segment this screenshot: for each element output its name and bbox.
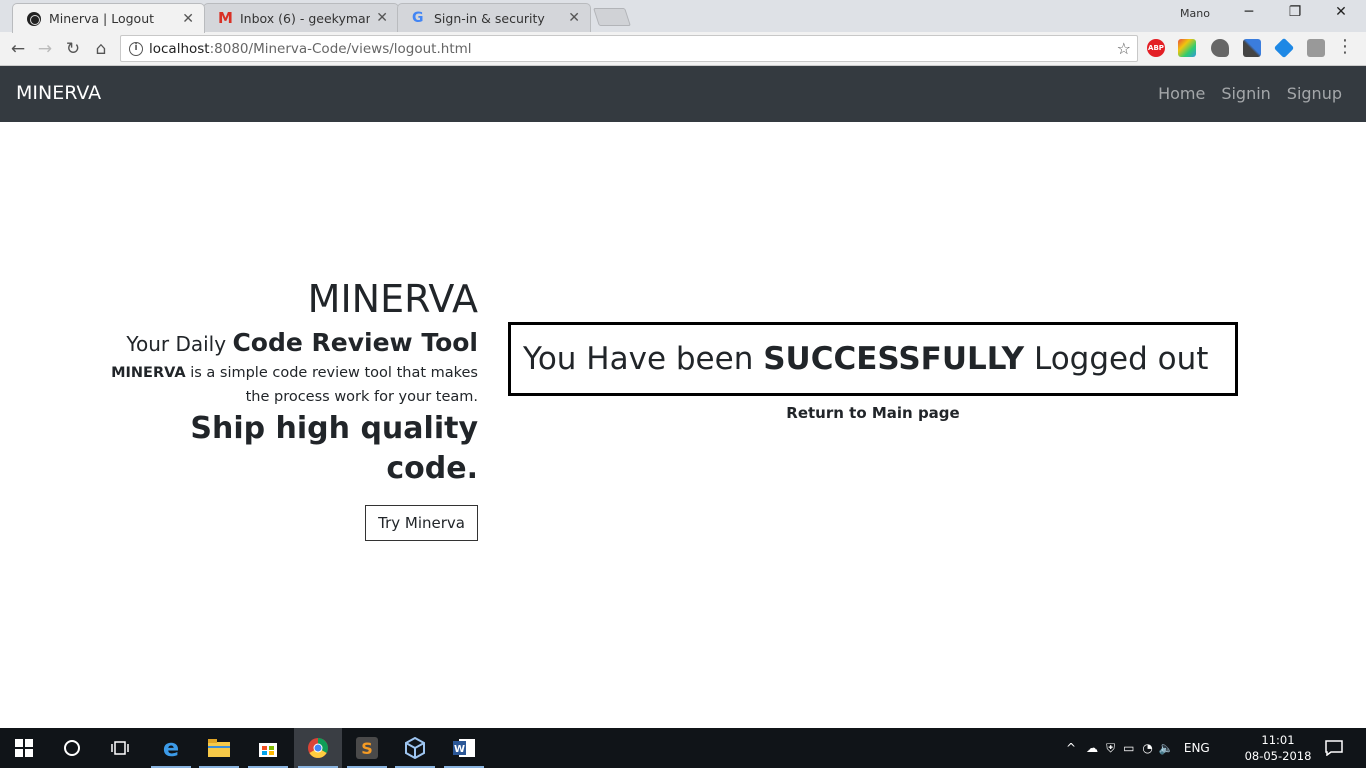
paint-extension-icon[interactable] xyxy=(1211,39,1229,57)
hero-description: MINERVA is a simple code review tool tha… xyxy=(100,361,478,409)
chevron-up-icon[interactable]: ^ xyxy=(1066,741,1076,755)
store-icon[interactable] xyxy=(244,728,292,768)
description-brand: MINERVA xyxy=(111,365,186,381)
windows-start-icon[interactable] xyxy=(0,728,48,768)
browser-tab-strip: Minerva | Logout ✕ M Inbox (6) - geekyma… xyxy=(0,0,1366,33)
svg-text:S: S xyxy=(361,739,373,758)
google-icon: G xyxy=(412,10,424,26)
battery-icon[interactable]: ▭ xyxy=(1123,741,1134,755)
tab-title: Inbox (6) - geekymano@ xyxy=(240,10,371,26)
tagline-prefix: Your Daily xyxy=(126,332,227,356)
logout-message: You Have been SUCCESSFULLY Logged out xyxy=(523,341,1208,377)
site-navbar: MINERVA Home Signin Signup xyxy=(0,66,1366,122)
hero-title: MINERVA xyxy=(307,277,478,321)
info-icon[interactable]: i xyxy=(129,41,143,56)
file-explorer-icon[interactable] xyxy=(195,728,243,768)
clock-time: 11:01 xyxy=(1261,733,1295,747)
description-text: is a simple code review tool that makes … xyxy=(190,365,478,405)
nav-link-signin[interactable]: Signin xyxy=(1221,84,1270,103)
onedrive-cloud-icon[interactable]: ☁ xyxy=(1086,741,1098,755)
logout-msg-suffix: Logged out xyxy=(1033,341,1209,377)
adblock-plus-icon[interactable]: ABP xyxy=(1147,39,1165,57)
return-to-main-link[interactable]: Return to Main page xyxy=(508,404,1238,422)
tab-minerva-logout[interactable]: Minerva | Logout ✕ xyxy=(12,3,205,33)
url-path: :8080/Minerva-Code/views/logout.html xyxy=(209,40,472,57)
windows-taskbar: e S W ^ ☁ ⛨ ▭ ◔ 🔈 ENG 11:01 08-05-2018 xyxy=(0,728,1366,768)
hero-section: MINERVA Your Daily Code Review Tool MINE… xyxy=(100,276,478,541)
menu-icon[interactable]: ⋮ xyxy=(1336,38,1354,56)
task-view-icon[interactable] xyxy=(96,728,144,768)
word-icon[interactable]: W xyxy=(440,728,488,768)
forward-arrow-icon[interactable]: → xyxy=(33,37,57,61)
close-window-icon[interactable]: ✕ xyxy=(1318,4,1364,20)
clock-date: 08-05-2018 xyxy=(1244,749,1312,763)
action-center-icon[interactable] xyxy=(1310,728,1358,768)
tab-title: Minerva | Logout xyxy=(49,11,155,26)
virtualbox-icon[interactable] xyxy=(391,728,439,768)
box-extension-icon[interactable] xyxy=(1307,39,1325,57)
eyedropper-extension-icon[interactable] xyxy=(1243,39,1261,57)
search-circle-icon[interactable] xyxy=(48,728,96,768)
navbar-links: Home Signin Signup xyxy=(1158,84,1342,103)
navbar-brand[interactable]: MINERVA xyxy=(16,82,101,104)
tab-gmail-inbox[interactable]: M Inbox (6) - geekymano@ ✕ xyxy=(203,3,399,32)
url-host: localhost xyxy=(149,40,210,57)
edge-browser-icon[interactable]: e xyxy=(147,728,195,768)
taskbar-clock[interactable]: 11:01 08-05-2018 xyxy=(1240,732,1316,764)
logout-msg-bold: SUCCESSFULLY xyxy=(763,341,1025,377)
new-tab-button[interactable] xyxy=(593,8,631,26)
rainbow-extension-icon[interactable] xyxy=(1178,39,1196,57)
globe-icon xyxy=(27,11,41,26)
logout-message-box: You Have been SUCCESSFULLY Logged out xyxy=(508,322,1238,396)
wifi-icon[interactable]: ◔ xyxy=(1142,741,1152,755)
tab-title: Sign-in & security xyxy=(434,10,545,26)
chrome-icon[interactable] xyxy=(294,728,342,768)
back-arrow-icon[interactable]: ← xyxy=(6,37,30,61)
restore-icon[interactable]: ❐ xyxy=(1272,4,1318,20)
tagline-bold: Code Review Tool xyxy=(232,328,478,357)
close-icon[interactable]: ✕ xyxy=(376,10,388,26)
try-minerva-button[interactable]: Try Minerva xyxy=(365,505,478,541)
minimize-icon[interactable]: ─ xyxy=(1226,4,1272,20)
sublime-text-icon[interactable]: S xyxy=(343,728,391,768)
gmail-icon: M xyxy=(218,9,233,27)
close-icon[interactable]: ✕ xyxy=(568,10,580,26)
volume-icon[interactable]: 🔈 xyxy=(1159,741,1174,755)
browser-toolbar: ← → ↻ ⌂ i localhost:8080/Minerva-Code/vi… xyxy=(0,32,1366,66)
home-icon[interactable]: ⌂ xyxy=(89,37,113,61)
bookmark-star-icon[interactable]: ☆ xyxy=(1117,39,1131,58)
logout-msg-prefix: You Have been xyxy=(523,341,754,377)
ship-headline: Ship high quality code. xyxy=(190,411,478,486)
tab-signin-security[interactable]: G Sign-in & security ✕ xyxy=(397,3,591,32)
profile-name[interactable]: Mano xyxy=(1180,7,1210,20)
address-bar[interactable]: i localhost:8080/Minerva-Code/views/logo… xyxy=(120,35,1138,62)
nav-link-signup[interactable]: Signup xyxy=(1287,84,1342,103)
defender-shield-icon[interactable]: ⛨ xyxy=(1106,741,1115,756)
close-icon[interactable]: ✕ xyxy=(182,11,194,27)
svg-text:W: W xyxy=(454,744,465,755)
language-indicator[interactable]: ENG xyxy=(1184,741,1210,755)
nav-link-home[interactable]: Home xyxy=(1158,84,1205,103)
system-tray: ^ ☁ ⛨ ▭ ◔ 🔈 ENG xyxy=(1066,728,1210,768)
tagline: Your Daily Code Review Tool xyxy=(100,328,478,359)
tag-extension-icon[interactable] xyxy=(1273,37,1295,59)
reload-icon[interactable]: ↻ xyxy=(61,37,85,61)
